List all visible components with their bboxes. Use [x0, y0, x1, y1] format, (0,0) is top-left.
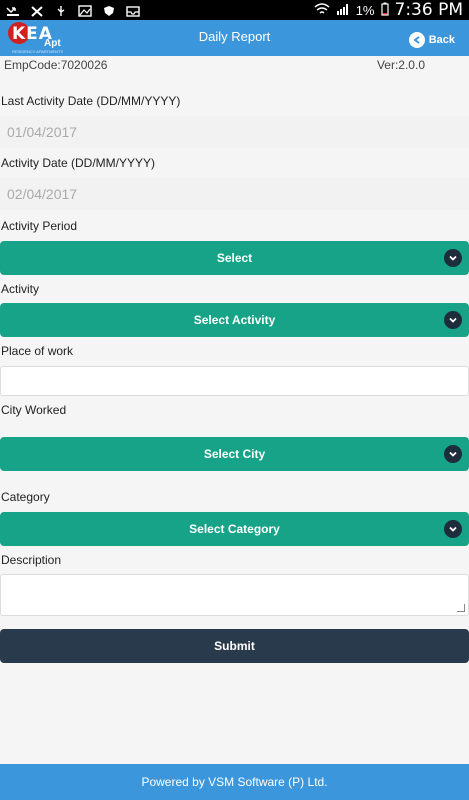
employee-meta: EmpCode:7020026 Ver:2.0.0 — [4, 58, 425, 72]
activity-select-label: Select Activity — [193, 313, 276, 327]
category-select-label: Select Category — [189, 522, 280, 536]
chevron-down-icon — [444, 520, 462, 538]
description-label: Description — [1, 553, 62, 567]
back-arrow-icon — [408, 32, 425, 48]
page-title: Daily Report — [198, 29, 271, 44]
city-select-label: Select City — [203, 447, 266, 461]
status-bar: 1% 7:36 PM — [0, 0, 469, 20]
back-button[interactable]: Back — [408, 32, 455, 48]
image-icon — [78, 4, 92, 17]
signal-icon — [336, 3, 350, 18]
clock: 7:36 PM — [394, 0, 464, 20]
place-of-work-input[interactable] — [0, 366, 469, 396]
place-of-work-label: Place of work — [1, 344, 74, 358]
wifi-icon — [314, 2, 330, 18]
submit-button[interactable]: Submit — [0, 629, 469, 663]
inbox-icon — [126, 4, 140, 17]
resize-handle-icon[interactable] — [457, 604, 465, 612]
usb-icon — [54, 4, 68, 16]
logo-tagline: RESIDENCY APARTMENTS — [12, 49, 64, 54]
last-activity-label: Last Activity Date (DD/MM/YYYY) — [1, 94, 181, 108]
missed-call-icon — [6, 4, 20, 16]
activity-label: Activity — [1, 282, 40, 296]
chevron-down-icon — [444, 311, 462, 329]
app-version: Ver:2.0.0 — [376, 58, 425, 72]
emp-code: EmpCode:7020026 — [4, 58, 108, 72]
activity-date-field[interactable]: 02/04/2017 — [0, 178, 469, 210]
battery-percent: 1% — [355, 2, 375, 18]
tools-icon — [30, 4, 44, 17]
category-label: Category — [1, 490, 50, 504]
city-select[interactable]: Select City — [0, 437, 469, 471]
activity-select[interactable]: Select Activity — [0, 303, 469, 337]
app-header: KEA Apt RESIDENCY APARTMENTS Daily Repor… — [0, 20, 469, 56]
system-status: 1% 7:36 PM — [314, 0, 463, 20]
chevron-down-icon — [444, 249, 462, 267]
back-label: Back — [428, 34, 455, 46]
chevron-down-icon — [444, 445, 462, 463]
category-select[interactable]: Select Category — [0, 512, 469, 546]
activity-date-label: Activity Date (DD/MM/YYYY) — [1, 156, 156, 170]
activity-period-label: Activity Period — [1, 219, 78, 233]
activity-period-select-label: Select — [216, 251, 253, 265]
last-activity-date-field[interactable]: 01/04/2017 — [0, 116, 469, 148]
shield-icon — [102, 4, 116, 16]
description-textarea[interactable] — [0, 574, 469, 616]
notification-icons — [6, 4, 140, 17]
activity-period-select[interactable]: Select — [0, 241, 469, 275]
battery-icon — [380, 2, 389, 19]
footer: Powered by VSM Software (P) Ltd. — [0, 764, 469, 800]
city-worked-label: City Worked — [1, 403, 67, 417]
